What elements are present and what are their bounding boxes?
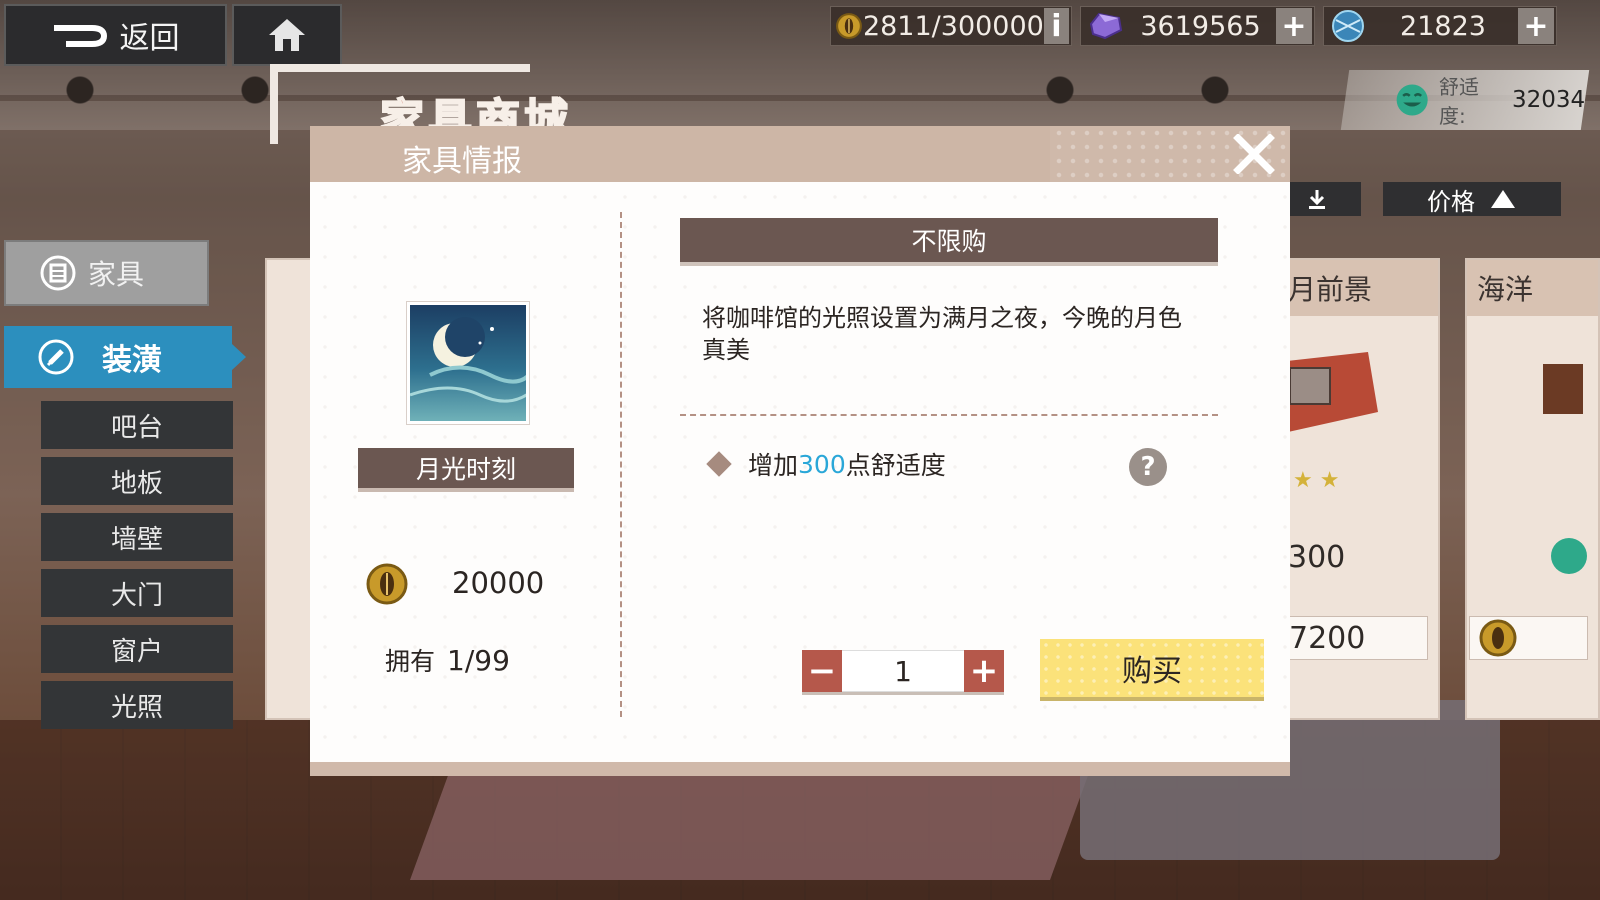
quantity-minus-button[interactable]: − [802,650,842,692]
rating-stars: ★ ★ [1293,468,1340,493]
furniture-thumb-icon [1543,364,1583,414]
effect-value: 300 [798,449,846,479]
product-comfort: 300 [1288,540,1346,575]
item-description: 将咖啡馆的光照设置为满月之夜，今晚的月色真美 [702,304,1182,364]
dialog-divider-vertical [620,212,622,717]
sidebar-item-label: 墙壁 [110,524,163,555]
comfort-face-icon [1396,84,1428,116]
orb-value: 21823 [1400,10,1486,42]
category-decoration[interactable]: 装潢 [4,326,246,388]
help-icon[interactable]: ? [1129,448,1167,486]
orb-resource: 21823 + [1323,6,1557,46]
item-thumbnail [407,302,529,424]
quantity-value[interactable]: 1 [842,650,964,692]
sidebar-item-label: 大门 [110,580,163,611]
product-price-row [1469,616,1588,660]
dialog-body: 月光时刻 20000 拥有 1/99 不限购 将咖啡馆的光照设置为满月之夜，今晚的… [310,182,1290,762]
comfort-label: 舒适度: [1439,75,1480,128]
product-price: 7200 [1280,616,1428,660]
sort-triangle-icon [1491,190,1515,208]
brush-icon [38,339,74,375]
quantity-plus-button[interactable]: + [964,650,1004,692]
moon-night-icon [410,317,526,403]
dialog-header: 家具情报 [310,126,1290,182]
owned-count: 拥有 1/99 [385,642,510,678]
coin-icon [836,13,862,39]
owned-label: 拥有 [385,647,436,676]
sidebar-item-lighting[interactable]: 光照 [41,681,233,729]
product-card-left[interactable] [265,258,315,720]
gem-icon [1089,12,1123,40]
diamond-bullet-icon [706,451,732,477]
furniture-info-dialog: 家具情报 月光时刻 20000 拥有 1/99 不限购 将咖啡馆的光照设置为满月… [310,126,1290,776]
furniture-icon [40,255,76,291]
item-price: 20000 [452,566,545,600]
product-card-title: 月前景 [1278,260,1438,316]
category-furniture-label: 家具 [88,258,145,291]
coin-icon [1479,619,1517,657]
category-decoration-label: 装潢 [102,343,162,378]
sort-price-label: 价格 [1427,187,1475,216]
coin-info-button[interactable]: i [1043,8,1069,44]
dialog-footer [310,762,1290,776]
orb-add-button[interactable]: + [1518,8,1554,44]
sidebar-item-label: 光照 [110,692,163,723]
gem-add-button[interactable]: + [1276,8,1312,44]
sidebar-item-window[interactable]: 窗户 [41,625,233,673]
back-button[interactable]: 返回 [4,4,227,66]
comfort-indicator: 舒适度: 32034 [1340,70,1590,130]
back-arrow-icon [53,25,107,47]
home-button[interactable] [232,4,342,66]
sidebar-item-label: 吧台 [110,412,163,443]
window-frame-icon [1278,352,1378,432]
coin-resource: 2811/300000 i [830,6,1072,46]
back-label: 返回 [119,21,180,56]
purchase-limit-banner: 不限购 [680,218,1218,262]
sidebar-item-wall[interactable]: 墙壁 [41,513,233,561]
sidebar-item-bar[interactable]: 吧台 [41,401,233,449]
item-effect: 增加 300 点舒适度 [706,446,946,482]
comfort-face-icon [1551,538,1587,574]
gem-resource: 3619565 + [1080,6,1315,46]
product-card[interactable]: 海洋 [1465,258,1600,720]
product-card[interactable]: 月前景 ★ ★ 300 7200 [1276,258,1440,720]
product-card-title: 海洋 [1467,260,1598,316]
download-icon [1309,190,1325,209]
home-icon [269,19,305,51]
category-furniture[interactable]: 家具 [4,240,209,306]
comfort-value: 32034 [1511,87,1585,113]
sidebar-item-door[interactable]: 大门 [41,569,233,617]
sidebar-item-floor[interactable]: 地板 [41,457,233,505]
item-name: 月光时刻 [358,448,574,488]
buy-button[interactable]: 购买 [1040,639,1264,697]
sidebar-item-label: 地板 [110,468,163,499]
effect-prefix: 增加 [748,451,799,480]
sidebar-item-label: 窗户 [110,636,163,667]
effect-suffix: 点舒适度 [845,451,946,480]
gem-value: 3619565 [1140,10,1261,42]
owned-value: 1/99 [447,644,510,677]
coin-icon [366,563,408,605]
dialog-divider-horizontal [680,414,1218,416]
close-icon[interactable] [1232,134,1276,174]
dialog-title: 家具情报 [402,144,522,179]
sort-price-button[interactable]: 价格 [1383,182,1561,216]
coin-value: 2811/300000 [862,10,1044,42]
quantity-stepper: − 1 + [802,650,1004,692]
orb-icon [1332,10,1364,42]
